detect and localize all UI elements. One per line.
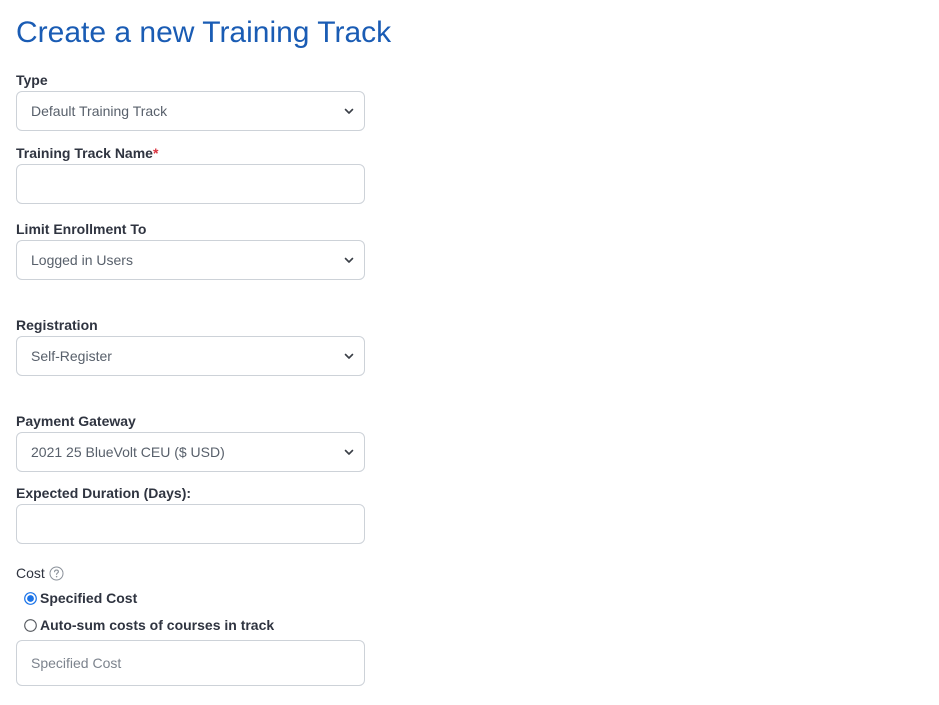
registration-select-value: Self-Register	[31, 348, 112, 364]
limit-enrollment-select-value: Logged in Users	[31, 252, 133, 268]
radio-selected-icon[interactable]	[24, 591, 37, 605]
registration-select[interactable]: Self-Register	[16, 336, 365, 376]
required-asterisk: *	[152, 145, 159, 161]
create-training-track-form: Create a new Training Track Type Default…	[0, 0, 939, 705]
duration-label: Expected Duration (Days):	[16, 485, 192, 501]
track-name-input[interactable]	[17, 165, 364, 203]
chevron-down-icon	[343, 446, 355, 458]
track-name-label-text: Training Track Name	[16, 145, 153, 161]
limit-enrollment-label: Limit Enrollment To	[16, 221, 147, 237]
payment-gateway-select-value: 2021 25 BlueVolt CEU ($ USD)	[31, 444, 225, 460]
radio-specified-cost[interactable]: Specified Cost	[24, 589, 137, 607]
cost-label: Cost	[16, 564, 64, 582]
radio-specified-cost-label: Specified Cost	[40, 590, 138, 606]
duration-input[interactable]	[17, 505, 364, 543]
radio-unselected-icon[interactable]	[24, 618, 37, 632]
registration-label: Registration	[16, 317, 98, 333]
chevron-down-icon	[343, 350, 355, 362]
payment-gateway-select[interactable]: 2021 25 BlueVolt CEU ($ USD)	[16, 432, 365, 472]
type-select-value: Default Training Track	[31, 103, 168, 119]
specified-cost-field[interactable]	[16, 640, 365, 686]
question-circle-icon[interactable]	[49, 566, 64, 581]
page-title: Create a new Training Track	[16, 16, 392, 49]
type-label: Type	[16, 72, 48, 88]
track-name-field[interactable]	[16, 164, 365, 204]
payment-gateway-label: Payment Gateway	[16, 413, 136, 429]
radio-auto-sum-cost[interactable]: Auto-sum costs of courses in track	[24, 616, 274, 634]
radio-auto-sum-cost-label: Auto-sum costs of courses in track	[40, 617, 275, 633]
specified-cost-input[interactable]	[17, 641, 364, 685]
chevron-down-icon	[343, 254, 355, 266]
cost-label-text: Cost	[16, 565, 45, 581]
track-name-label: Training Track Name*	[16, 144, 158, 162]
type-select[interactable]: Default Training Track	[16, 91, 365, 131]
chevron-down-icon	[343, 105, 355, 117]
limit-enrollment-select[interactable]: Logged in Users	[16, 240, 365, 280]
duration-field[interactable]	[16, 504, 365, 544]
